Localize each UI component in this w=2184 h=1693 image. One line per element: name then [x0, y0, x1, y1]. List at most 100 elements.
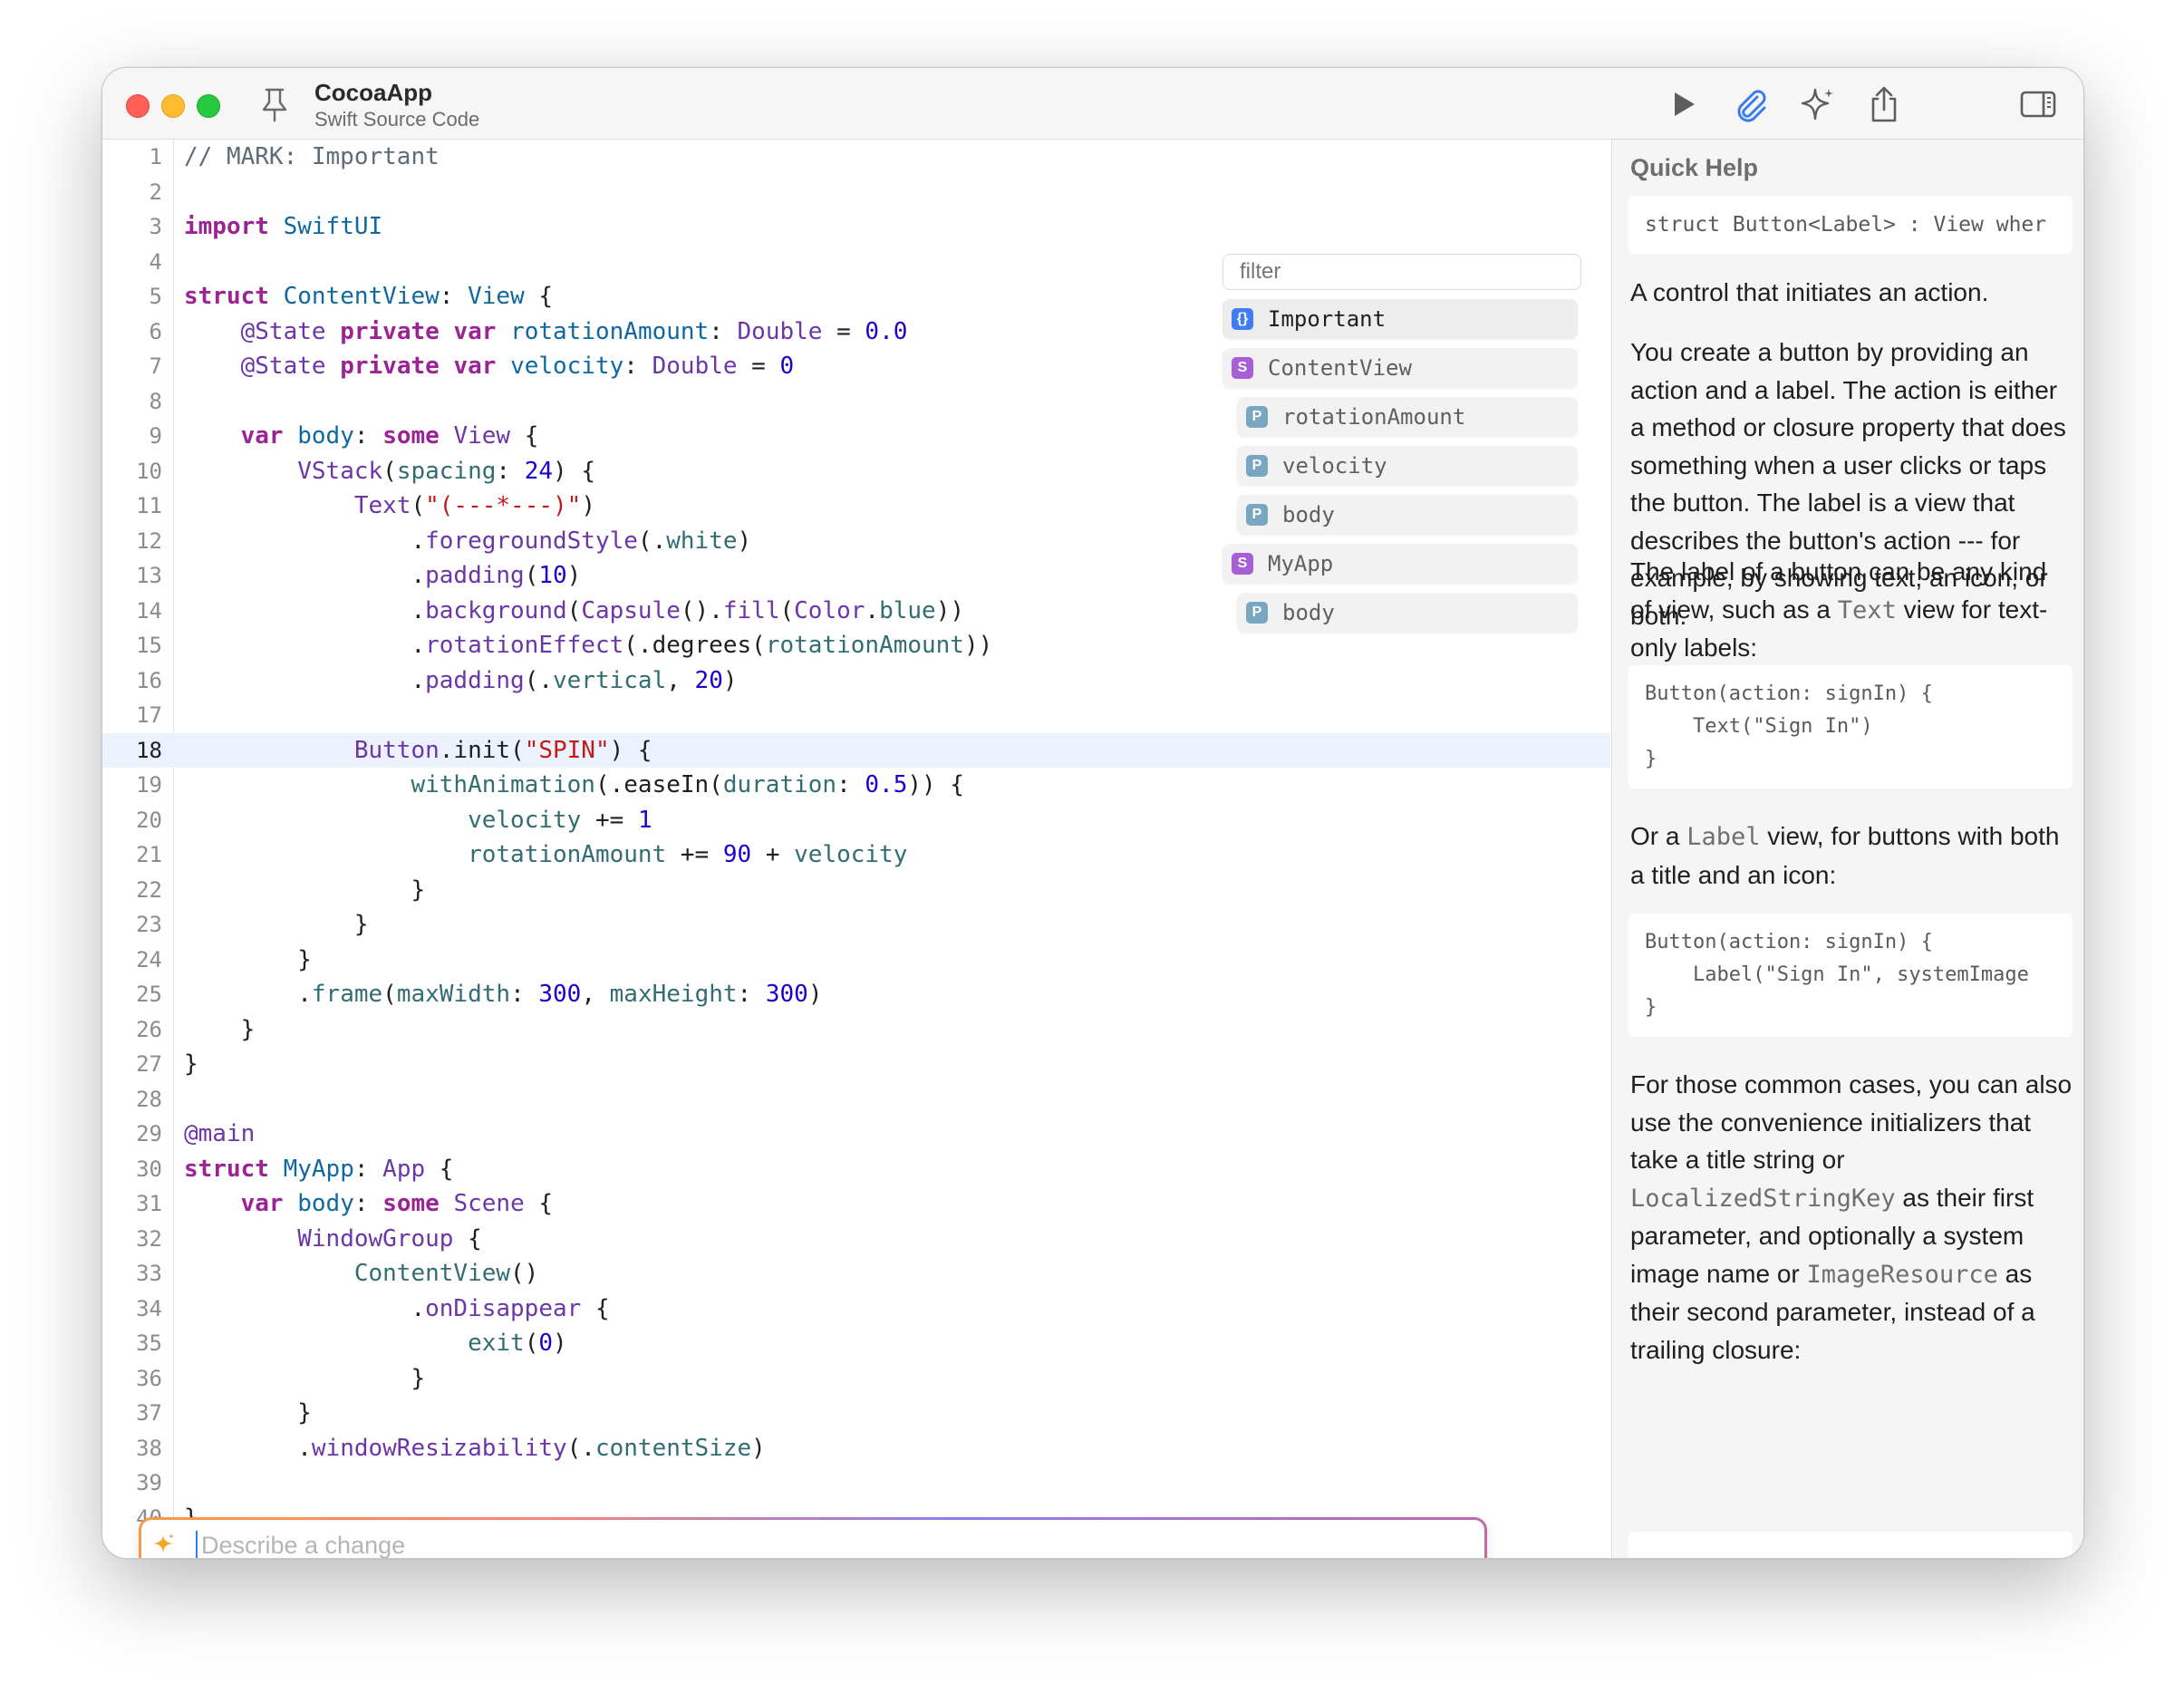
code-line[interactable]: 30 struct MyApp: App {: [102, 1152, 1610, 1187]
close-window-button[interactable]: [126, 94, 150, 118]
code-line[interactable]: 31 var body: some Scene {: [102, 1186, 1610, 1222]
code-line[interactable]: 2: [102, 175, 1610, 210]
code-line[interactable]: 21 rotationAmount += 90 + velocity: [102, 837, 1610, 873]
code-line[interactable]: 37 }: [102, 1396, 1610, 1431]
code-line[interactable]: 1 // MARK: Important: [102, 140, 1610, 175]
line-number: 10: [136, 458, 162, 484]
code-token: (: [524, 1330, 539, 1357]
line-content: .onDisappear {: [184, 1292, 609, 1327]
code-line[interactable]: 24 }: [102, 943, 1610, 978]
code-line[interactable]: 19 withAnimation(.easeIn(duration: 0.5))…: [102, 768, 1610, 803]
line-number: 16: [136, 667, 162, 693]
code-line[interactable]: 26 }: [102, 1012, 1610, 1048]
code-token: :: [737, 981, 766, 1008]
outline-item[interactable]: S MyApp: [1222, 544, 1578, 584]
code-line[interactable]: 39: [102, 1466, 1610, 1501]
code-line[interactable]: 18 Button.init("SPIN") {: [102, 732, 1610, 768]
code-line[interactable]: 38 .windowResizability(.contentSize): [102, 1431, 1610, 1466]
outline-item[interactable]: ProtationAmount: [1237, 397, 1578, 437]
outline-item[interactable]: Pvelocity: [1237, 446, 1578, 486]
code-line[interactable]: 17: [102, 698, 1610, 733]
code-line[interactable]: 36 }: [102, 1361, 1610, 1397]
minimize-window-button[interactable]: [161, 94, 185, 118]
share-button[interactable]: [1864, 84, 1904, 124]
code-token: {: [453, 1224, 482, 1253]
code-token: 300: [765, 981, 808, 1008]
code-token: private: [340, 353, 440, 380]
code-token: (.easeIn(: [594, 771, 723, 798]
code-line[interactable]: 20 velocity += 1: [102, 803, 1610, 838]
toggle-inspector-button[interactable]: [2018, 84, 2058, 124]
code-line[interactable]: 35 exit(0): [102, 1326, 1610, 1361]
code-token: ): [807, 981, 823, 1008]
outline-item[interactable]: S ContentView: [1222, 348, 1578, 388]
code-token: Double: [652, 353, 738, 380]
line-number: 32: [136, 1225, 162, 1252]
outline-item[interactable]: {} Important: [1222, 299, 1578, 339]
line-content: velocity += 1: [184, 803, 652, 838]
code-token: duration: [722, 771, 837, 798]
code-token: ): [581, 492, 595, 519]
code-token: spacing: [396, 457, 497, 485]
line-content: var body: some View {: [184, 419, 539, 454]
line-content: struct ContentView: View {: [184, 279, 553, 314]
code-line[interactable]: 23 }: [102, 907, 1610, 943]
code-token: velocity: [510, 353, 624, 380]
outline-item[interactable]: Pbody: [1237, 593, 1578, 633]
pin-icon[interactable]: [256, 84, 293, 124]
code-token: :: [709, 317, 738, 345]
code-token: "SPIN": [524, 736, 610, 764]
code-line[interactable]: 29 @main: [102, 1117, 1610, 1152]
code-line[interactable]: 32 WindowGroup {: [102, 1222, 1610, 1257]
code-line[interactable]: 3 import SwiftUI: [102, 209, 1610, 245]
describe-change-field[interactable]: [139, 1517, 1487, 1558]
code-token: 0.5: [865, 771, 908, 798]
line-number: 22: [136, 876, 162, 903]
run-icon: [1675, 92, 1695, 116]
code-line[interactable]: 28: [102, 1082, 1610, 1117]
describe-change-input[interactable]: [199, 1520, 1454, 1558]
code-token: .: [865, 596, 880, 624]
code-token: (.: [637, 527, 667, 555]
line-content: import SwiftUI: [184, 209, 382, 245]
code-line[interactable]: 15 .rotationEffect(.degrees(rotationAmou…: [102, 628, 1610, 663]
outline-item[interactable]: Pbody: [1237, 495, 1578, 535]
line-number: 35: [136, 1330, 162, 1356]
zoom-window-button[interactable]: [197, 94, 220, 118]
code-token: (: [382, 457, 397, 485]
code-token: 90: [722, 841, 752, 868]
line-number: 15: [136, 633, 162, 658]
line-content: var body: some Scene {: [184, 1186, 553, 1222]
code-line[interactable]: 16 .padding(.vertical, 20): [102, 663, 1610, 699]
code-token: }: [184, 876, 426, 904]
line-number: 9: [149, 423, 162, 449]
run-button[interactable]: [1663, 84, 1703, 124]
code-sample-2: Button(action: signIn) { Label("Sign In"…: [1628, 914, 2073, 1037]
code-line[interactable]: 27}: [102, 1047, 1610, 1082]
code-line[interactable]: 25 .frame(maxWidth: 300, maxHeight: 300): [102, 977, 1610, 1012]
code-token: }: [184, 1050, 198, 1078]
code-token: (: [779, 596, 795, 624]
code-token: white: [666, 527, 738, 555]
discussion-paragraph-4: For those common cases, you can also use…: [1630, 1070, 2073, 1364]
outline-filter-input[interactable]: [1222, 254, 1581, 290]
line-content: .frame(maxWidth: 300, maxHeight: 300): [184, 977, 822, 1012]
source-editor[interactable]: 1// MARK: Important 2 3 import SwiftUI 4 5 str…: [102, 140, 1610, 1558]
code-line[interactable]: 33 ContentView(): [102, 1256, 1610, 1292]
code-line[interactable]: 22 }: [102, 873, 1610, 908]
coding-assistant-button[interactable]: [1797, 84, 1837, 124]
attach-button[interactable]: [1730, 84, 1770, 124]
property-icon: P: [1246, 406, 1268, 428]
code-token: padding: [425, 666, 525, 694]
line-content: WindowGroup {: [184, 1222, 482, 1257]
code-line[interactable]: 34 .onDisappear {: [102, 1292, 1610, 1327]
code-token: ): [751, 1434, 766, 1462]
code-token: (: [566, 596, 582, 624]
code-token: +=: [666, 841, 723, 868]
